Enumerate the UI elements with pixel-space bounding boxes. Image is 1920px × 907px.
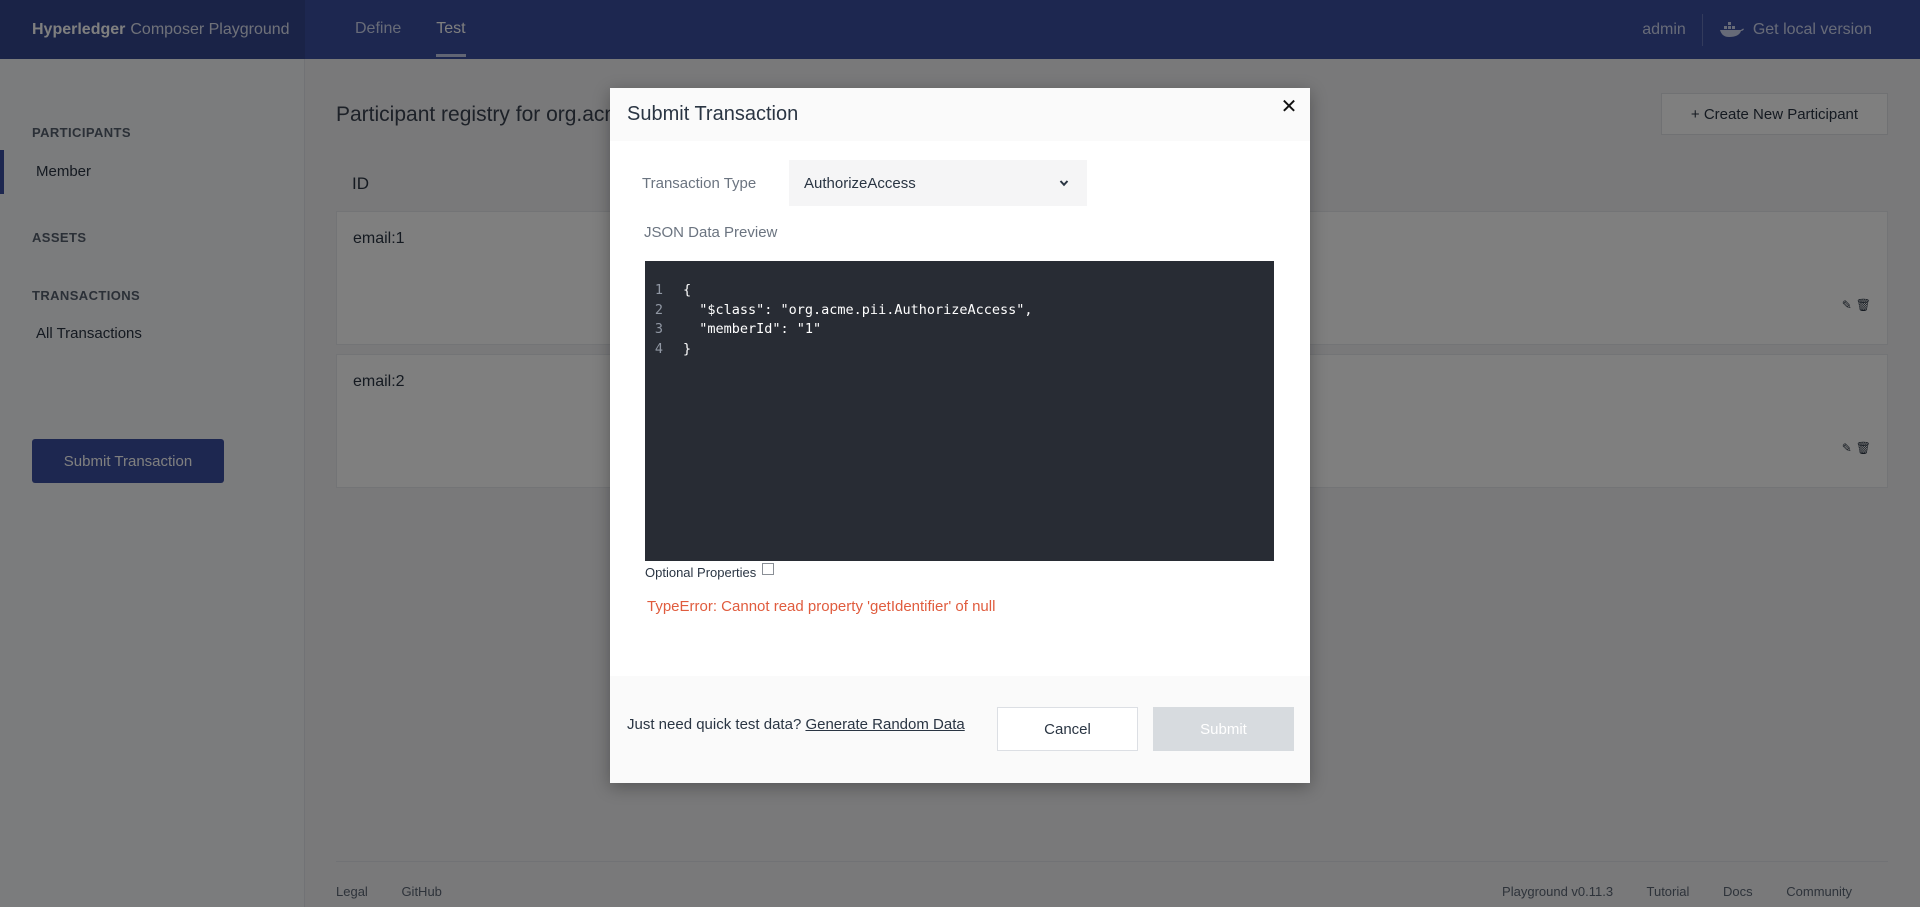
transaction-type-label: Transaction Type	[642, 174, 757, 192]
code-line: 4 }	[645, 340, 1274, 360]
optional-properties-label: Optional Properties	[645, 565, 757, 580]
json-preview-label: JSON Data Preview	[644, 224, 778, 241]
code-text: }	[683, 340, 692, 357]
modal-footer: Just need quick test data? Generate Rand…	[610, 676, 1310, 783]
optional-properties-row: Optional Properties	[645, 563, 775, 580]
json-editor[interactable]: 1 { 2 "$class": "org.acme.pii.AuthorizeA…	[645, 261, 1274, 561]
line-number: 2	[654, 301, 663, 318]
transaction-type-row: Transaction Type AuthorizeAccess	[642, 160, 1087, 206]
line-number: 3	[654, 321, 663, 337]
error-message: TypeError: Cannot read property 'getIden…	[647, 598, 996, 615]
line-number: 1	[654, 282, 663, 298]
generate-random-data-link[interactable]: Generate Random Data	[805, 716, 964, 733]
code-text: {	[683, 282, 692, 298]
optional-properties-checkbox[interactable]	[762, 563, 775, 575]
submit-transaction-modal: Submit Transaction ✕ Transaction Type Au…	[610, 88, 1310, 783]
modal-header: Submit Transaction ✕	[610, 88, 1310, 141]
cancel-button[interactable]: Cancel	[997, 707, 1138, 751]
modal-title: Submit Transaction	[627, 103, 799, 125]
code-line: 1 {	[645, 281, 1274, 301]
close-icon[interactable]: ✕	[1278, 96, 1300, 118]
submit-button[interactable]: Submit	[1153, 707, 1294, 751]
code-line: 3 "memberId": "1"	[645, 320, 1274, 340]
quick-test-text: Just need quick test data?	[627, 716, 806, 733]
transaction-type-value: AuthorizeAccess	[804, 174, 916, 192]
code-text: "$class": "org.acme.pii.AuthorizeAccess"…	[683, 301, 1033, 318]
code-line: 2 "$class": "org.acme.pii.AuthorizeAcces…	[645, 301, 1274, 321]
line-number: 4	[654, 340, 663, 357]
transaction-type-select[interactable]: AuthorizeAccess	[789, 160, 1087, 206]
code-text: "memberId": "1"	[683, 321, 822, 337]
quick-test-data: Just need quick test data? Generate Rand…	[627, 716, 965, 733]
chevron-down-icon	[1059, 180, 1069, 187]
